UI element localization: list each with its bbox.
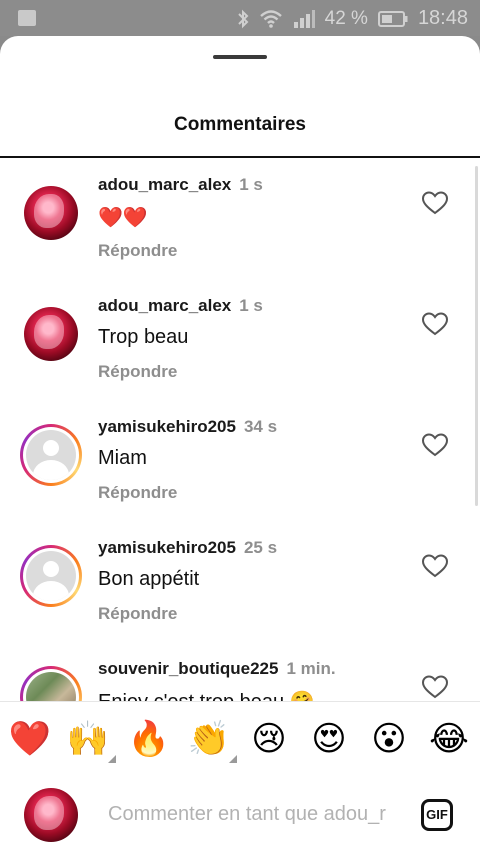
own-avatar — [24, 788, 78, 842]
emoji-surprised-button[interactable]: 😮 — [367, 719, 411, 759]
red-profile-avatar — [24, 186, 78, 240]
avatar[interactable] — [20, 303, 82, 365]
avatar[interactable] — [20, 424, 82, 486]
comment-item: yamisukehiro205 25 s Bon appétit Répondre — [0, 521, 480, 642]
gif-button[interactable]: GIF — [421, 799, 453, 831]
status-bar: 42 % 18:48 — [0, 0, 480, 36]
comment-item: souvenir_boutique225 1 min. Enjoy c'est t… — [0, 642, 480, 701]
image-icon — [18, 10, 36, 26]
red-profile-avatar — [24, 307, 78, 361]
comment-time: 25 s — [243, 538, 278, 557]
skin-tone-indicator-icon — [108, 755, 116, 763]
drag-handle[interactable] — [213, 55, 267, 59]
emoji-crying-button[interactable]: 😢 — [247, 719, 291, 759]
emoji-laughing-button[interactable]: 😂 — [427, 719, 471, 759]
comment-text: Trop beau — [98, 326, 189, 348]
avatar[interactable] — [20, 545, 82, 607]
comment-text: ❤️❤️ — [98, 207, 148, 229]
comment-username[interactable]: adou_marc_alex — [98, 296, 231, 315]
comment-item: yamisukehiro205 34 s Miam Répondre — [0, 400, 480, 521]
clock: 18:48 — [417, 7, 468, 29]
photo-avatar — [26, 672, 76, 701]
emoji-heart-eyes-button[interactable]: 😍 — [307, 719, 351, 759]
comment-username[interactable]: adou_marc_alex — [98, 175, 231, 194]
avatar[interactable] — [20, 182, 82, 244]
signal-icon — [293, 9, 315, 28]
emoji-fire-button[interactable]: 🔥 — [127, 719, 171, 759]
comment-text: Enjoy c'est trop beau 🤗 — [98, 689, 315, 701]
comment-username[interactable]: souvenir_boutique225 — [98, 659, 278, 678]
comment-time: 1 min. — [286, 659, 336, 678]
story-ring — [20, 666, 82, 701]
reply-button[interactable]: Répondre — [98, 483, 177, 503]
emoji-clap-button[interactable]: 👏 — [187, 719, 237, 763]
story-ring — [20, 424, 82, 486]
comment-input[interactable] — [108, 803, 408, 826]
comment-username[interactable]: yamisukehiro205 — [98, 538, 236, 557]
comment-item: adou_marc_alex 1 s Trop beau Répondre — [0, 279, 480, 400]
bluetooth-icon — [237, 9, 249, 28]
comment-time: 1 s — [239, 296, 263, 315]
like-heart-icon[interactable] — [421, 674, 449, 700]
default-avatar-icon — [26, 430, 76, 480]
comment-username[interactable]: yamisukehiro205 — [98, 417, 236, 436]
comment-list[interactable]: adou_marc_alex 1 s ❤️❤️ Répondre adou_mar… — [0, 158, 480, 701]
skin-tone-indicator-icon — [229, 755, 237, 763]
reply-button[interactable]: Répondre — [98, 241, 177, 261]
wifi-icon — [259, 9, 282, 28]
reply-button[interactable]: Répondre — [98, 362, 177, 382]
comment-text: Miam — [98, 447, 147, 469]
reply-button[interactable]: Répondre — [98, 604, 177, 624]
like-heart-icon[interactable] — [421, 432, 449, 458]
like-heart-icon[interactable] — [421, 553, 449, 579]
comment-text: Bon appétit — [98, 568, 200, 590]
comment-time: 1 s — [239, 175, 263, 194]
like-heart-icon[interactable] — [421, 311, 449, 337]
comments-sheet: Commentaires adou_marc_alex 1 s ❤️❤️ Répo… — [0, 36, 480, 854]
comment-composer: GIF — [0, 775, 480, 854]
comment-time: 34 s — [243, 417, 278, 436]
sheet-title: Commentaires — [174, 114, 306, 135]
avatar[interactable] — [20, 666, 82, 701]
like-heart-icon[interactable] — [421, 190, 449, 216]
comment-item: adou_marc_alex 1 s ❤️❤️ Répondre — [0, 158, 480, 279]
battery-icon — [377, 10, 408, 27]
story-ring — [20, 545, 82, 607]
default-avatar-icon — [26, 551, 76, 601]
emoji-reaction-bar: ❤️ 🙌 🔥 👏 😢 😍 😮 😂 — [0, 701, 480, 776]
emoji-heart-button[interactable]: ❤️ — [8, 719, 52, 759]
battery-percent: 42 % — [324, 7, 368, 29]
emoji-raised-hands-button[interactable]: 🙌 — [66, 719, 116, 763]
